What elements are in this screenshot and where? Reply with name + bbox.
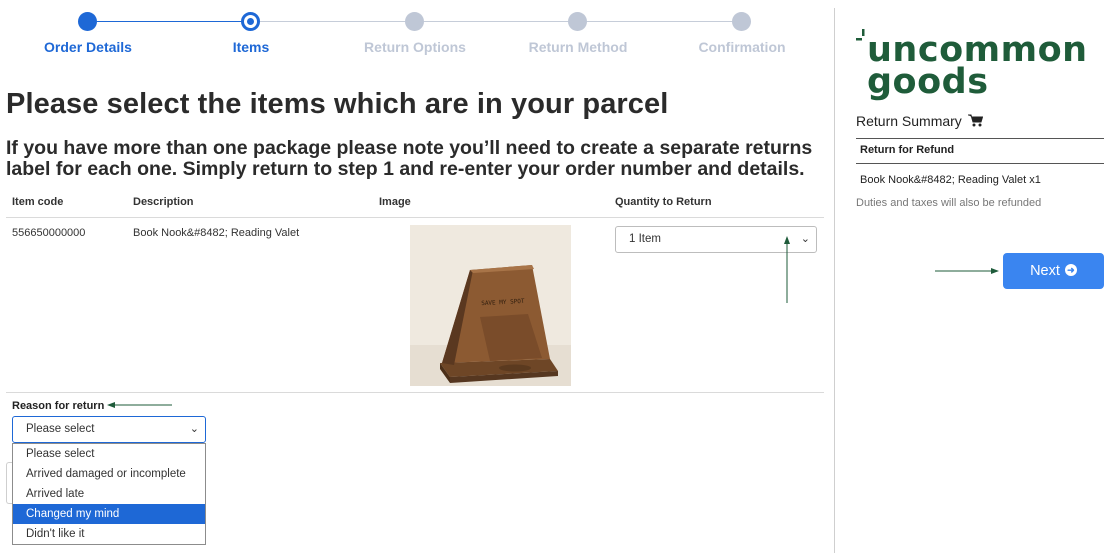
reason-option[interactable]: Arrived damaged or incomplete [13, 464, 205, 484]
reason-option-highlighted[interactable]: Changed my mind [13, 504, 205, 524]
next-button[interactable]: Next ➜ [1003, 253, 1104, 289]
reason-dropdown-list[interactable]: Please select Arrived damaged or incompl… [12, 443, 206, 545]
reason-option[interactable]: Please select [13, 444, 205, 464]
return-summary-title-text: Return Summary [856, 113, 962, 129]
chevron-down-icon: ⌄ [189, 423, 199, 435]
return-summary-title: Return Summary [856, 113, 983, 129]
reason-label: Reason for return [12, 400, 105, 412]
summary-section-heading: Return for Refund [860, 144, 955, 156]
cart-icon [967, 114, 983, 127]
summary-divider [856, 163, 1104, 164]
logo-spark-icon [856, 29, 865, 41]
brand-logo: uncommon goods [856, 29, 1088, 102]
arrowhead-left-icon [107, 402, 115, 408]
reason-option[interactable]: Didn't like it [13, 524, 205, 544]
next-button-label: Next [1030, 263, 1060, 279]
arrowhead-right-icon [991, 268, 999, 274]
reason-select[interactable]: Please select ⌄ [12, 416, 206, 443]
summary-note: Duties and taxes will also be refunded [856, 197, 1042, 209]
sidebar-divider [834, 8, 835, 553]
reason-option[interactable]: Arrived late [13, 484, 205, 504]
arrow-right-circle-icon: ➜ [1064, 264, 1077, 277]
reason-select-value: Please select [26, 423, 95, 435]
arrowhead-up-icon [784, 236, 790, 244]
summary-divider [856, 138, 1104, 139]
summary-item: Book Nook&#8482; Reading Valet x1 [860, 174, 1041, 186]
logo-line-2: goods [867, 62, 989, 102]
